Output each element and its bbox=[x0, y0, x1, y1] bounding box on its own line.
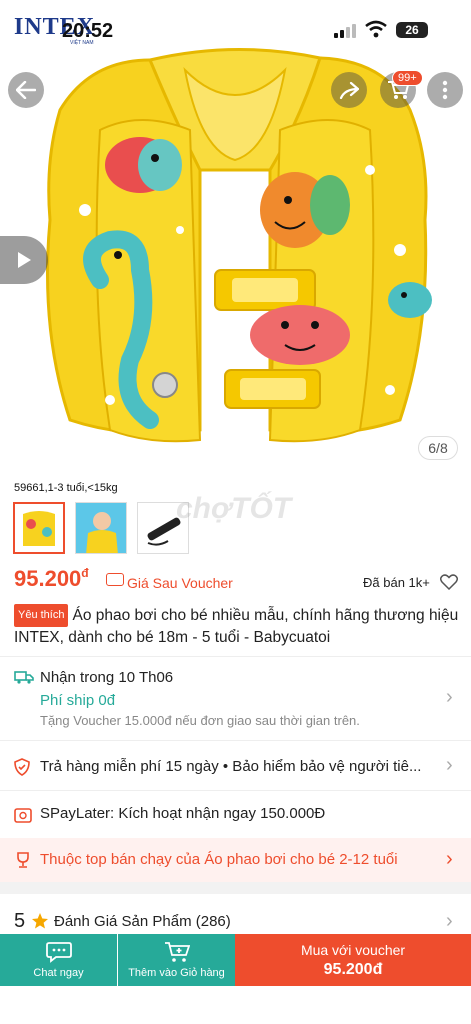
add-to-cart-icon bbox=[164, 942, 190, 962]
wifi-icon bbox=[365, 20, 387, 38]
truck-icon bbox=[14, 671, 34, 684]
returns-policy: Trả hàng miễn phí 15 ngày • Bảo hiểm bảo… bbox=[40, 758, 422, 775]
signal-icon bbox=[334, 24, 358, 38]
delivery-estimate: Nhận trong 10 Th06 bbox=[40, 669, 174, 686]
bottom-action-bar: Chat ngay Thêm vào Giỏ hàng Mua với vouc… bbox=[0, 934, 471, 986]
divider bbox=[0, 790, 471, 791]
status-bar: INTEX VIỆT NAM 20:52 26 bbox=[0, 0, 471, 56]
spaylater-text: SPayLater: Kích hoạt nhận ngay 150.000Đ bbox=[40, 805, 326, 822]
favorite-badge: Yêu thích bbox=[14, 604, 69, 627]
chat-icon bbox=[45, 942, 72, 963]
wallet-icon bbox=[14, 808, 32, 823]
buy-button-label: Mua với voucher bbox=[300, 941, 406, 958]
voucher-icon bbox=[106, 573, 124, 586]
buy-button-price: 95.200đ bbox=[323, 960, 383, 978]
price: 95.200đ bbox=[14, 566, 89, 592]
price-after-voucher-label[interactable]: Giá Sau Voucher bbox=[127, 575, 233, 591]
more-vertical-icon bbox=[442, 80, 448, 100]
chevron-right-icon: › bbox=[446, 848, 453, 870]
vest-thumbnail-image bbox=[15, 504, 63, 552]
image-page-indicator: 6/8 bbox=[418, 436, 458, 460]
clock: 20:52 bbox=[62, 20, 114, 42]
chat-button-label: Chat ngay bbox=[33, 967, 84, 979]
share-button[interactable] bbox=[331, 72, 367, 108]
chevron-right-icon: › bbox=[446, 754, 453, 776]
chat-button[interactable]: Chat ngay bbox=[0, 934, 117, 986]
section-divider bbox=[0, 882, 471, 894]
chevron-right-icon: › bbox=[446, 910, 453, 932]
buy-with-voucher-button[interactable]: Mua với voucher 95.200đ bbox=[235, 934, 471, 986]
shield-icon bbox=[14, 758, 30, 776]
more-options-button[interactable] bbox=[427, 72, 463, 108]
variant-thumbnail[interactable] bbox=[13, 502, 65, 554]
product-title-text: Áo phao bơi cho bé nhiều mẫu, chính hãng… bbox=[14, 607, 459, 646]
price-value: 95.200 bbox=[14, 566, 82, 591]
variant-thumbnails bbox=[13, 502, 189, 554]
price-currency: đ bbox=[81, 566, 89, 580]
star-icon bbox=[32, 913, 48, 929]
product-image[interactable]: 99+ 6/8 bbox=[0, 0, 471, 470]
product-title: Yêu thích Áo phao bơi cho bé nhiều mẫu, c… bbox=[14, 604, 459, 648]
child-wearing-vest-image bbox=[76, 503, 126, 553]
divider bbox=[0, 740, 471, 741]
add-to-cart-button[interactable]: Thêm vào Giỏ hàng bbox=[118, 934, 235, 986]
sold-count: Đã bán 1k+ bbox=[363, 575, 430, 590]
play-video-button[interactable] bbox=[0, 236, 48, 284]
share-icon bbox=[339, 81, 359, 99]
variant-caption: 59661,1-3 tuổi,<15kg bbox=[14, 482, 118, 494]
variant-thumbnail[interactable] bbox=[75, 502, 127, 554]
rating-score: 5 bbox=[14, 910, 26, 932]
top-seller-text: Thuộc top bán chạy của Áo phao bơi cho b… bbox=[40, 851, 398, 868]
arrow-left-icon bbox=[16, 81, 36, 99]
chevron-right-icon: › bbox=[446, 686, 453, 708]
shipping-fee: Phí ship 0đ bbox=[40, 692, 116, 709]
back-button[interactable] bbox=[8, 72, 44, 108]
heart-icon[interactable] bbox=[440, 574, 458, 590]
shipping-voucher-note: Tặng Voucher 15.000đ nếu đơn giao sau th… bbox=[40, 713, 360, 728]
battery-icon: 26 bbox=[396, 22, 428, 38]
divider bbox=[0, 656, 471, 657]
watermark: chợTỐT bbox=[176, 492, 292, 525]
cart-count-badge: 99+ bbox=[392, 70, 423, 86]
rating-title: Đánh Giá Sản Phẩm (286) bbox=[54, 913, 231, 930]
play-icon bbox=[18, 252, 31, 268]
add-to-cart-label: Thêm vào Giỏ hàng bbox=[128, 967, 225, 979]
trophy-icon bbox=[17, 852, 29, 868]
